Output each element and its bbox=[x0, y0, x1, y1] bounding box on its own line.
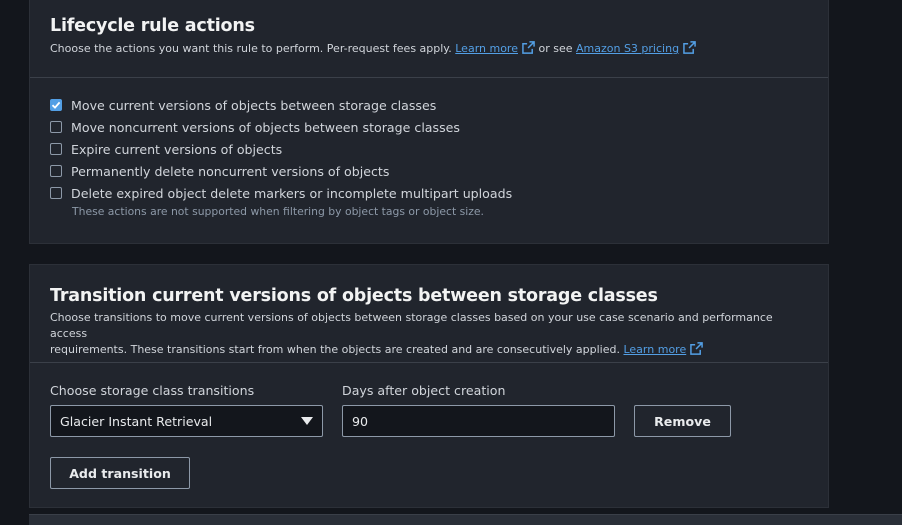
option-delete-markers[interactable]: Delete expired object delete markers or … bbox=[50, 184, 512, 202]
option-label: Permanently delete noncurrent versions o… bbox=[71, 163, 390, 179]
storage-class-select[interactable]: Glacier Instant Retrieval bbox=[50, 405, 323, 437]
checkbox-delete-markers[interactable] bbox=[50, 187, 62, 199]
description-line-1: Choose transitions to move current versi… bbox=[50, 311, 773, 340]
days-value: 90 bbox=[352, 413, 369, 429]
external-link-icon bbox=[522, 41, 535, 54]
remove-button[interactable]: Remove bbox=[634, 405, 731, 437]
description-text: Choose the actions you want this rule to… bbox=[50, 42, 456, 55]
section-divider bbox=[30, 77, 828, 78]
transition-description: Choose transitions to move current versi… bbox=[50, 310, 810, 358]
days-input[interactable]: 90 bbox=[342, 405, 615, 437]
option-label: Move noncurrent versions of objects betw… bbox=[71, 119, 460, 135]
section-divider bbox=[30, 362, 828, 363]
option-label: Expire current versions of objects bbox=[71, 141, 283, 157]
checkbox-move-current[interactable] bbox=[50, 99, 62, 111]
transition-title: Transition current versions of objects b… bbox=[50, 286, 658, 306]
lifecycle-actions-description: Choose the actions you want this rule to… bbox=[50, 41, 696, 57]
option-expire-current[interactable]: Expire current versions of objects bbox=[50, 140, 282, 158]
option-move-current[interactable]: Move current versions of objects between… bbox=[50, 96, 436, 114]
lifecycle-actions-panel: Lifecycle rule actions Choose the action… bbox=[29, 0, 829, 244]
s3-pricing-link[interactable]: Amazon S3 pricing bbox=[576, 41, 696, 55]
checkbox-move-noncurrent[interactable] bbox=[50, 121, 62, 133]
option-move-noncurrent[interactable]: Move noncurrent versions of objects betw… bbox=[50, 118, 460, 136]
next-panel-edge bbox=[29, 514, 902, 525]
checkbox-expire-current[interactable] bbox=[50, 143, 62, 155]
transition-panel: Transition current versions of objects b… bbox=[29, 264, 829, 508]
checkmark-icon bbox=[51, 101, 61, 109]
external-link-icon bbox=[683, 41, 696, 54]
storage-class-value: Glacier Instant Retrieval bbox=[60, 413, 213, 429]
option-label: Move current versions of objects between… bbox=[71, 97, 437, 113]
actions-hint: These actions are not supported when fil… bbox=[72, 205, 484, 218]
lifecycle-actions-title: Lifecycle rule actions bbox=[50, 16, 255, 36]
learn-more-link[interactable]: Learn more bbox=[455, 41, 535, 55]
learn-more-link[interactable]: Learn more bbox=[623, 342, 704, 356]
external-link-icon bbox=[690, 342, 704, 355]
description-line-2: requirements. These transitions start fr… bbox=[50, 343, 624, 356]
checkbox-delete-noncurrent[interactable] bbox=[50, 165, 62, 177]
add-transition-button[interactable]: Add transition bbox=[50, 457, 190, 489]
days-label: Days after object creation bbox=[342, 383, 506, 398]
storage-class-label: Choose storage class transitions bbox=[50, 383, 255, 398]
option-delete-noncurrent[interactable]: Permanently delete noncurrent versions o… bbox=[50, 162, 389, 180]
caret-down-icon bbox=[301, 417, 313, 425]
option-label: Delete expired object delete markers or … bbox=[71, 185, 513, 201]
or-see-text: or see bbox=[534, 42, 576, 55]
